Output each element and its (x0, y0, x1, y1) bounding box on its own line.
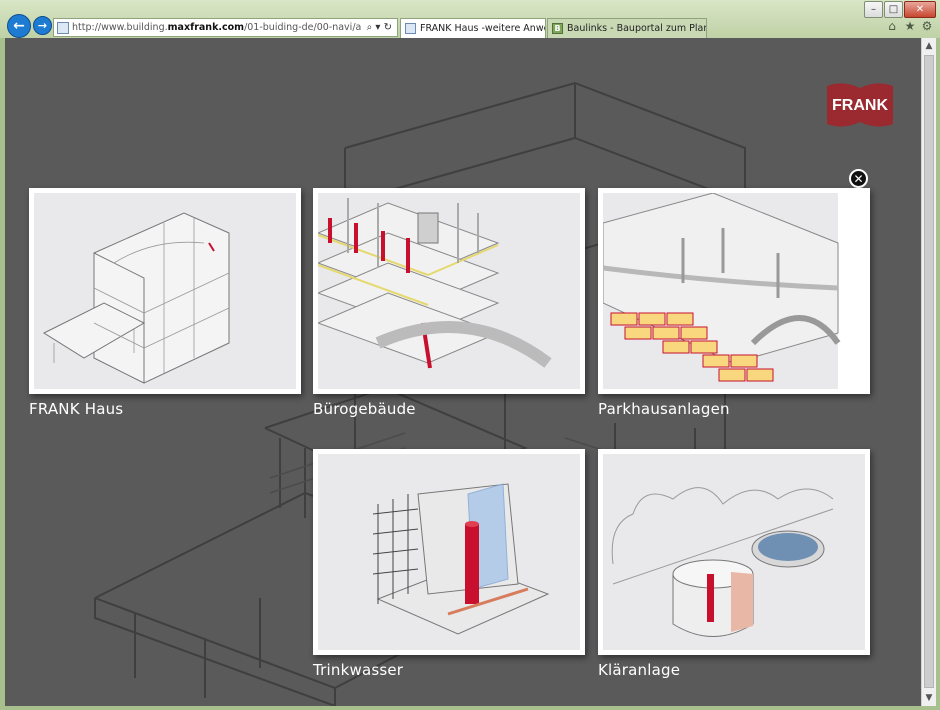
address-tools[interactable]: ⌕ ▾ ↻ (362, 22, 397, 33)
tab-title: FRANK Haus -weitere Anwen... (420, 23, 545, 34)
baulinks-favicon-icon: B (552, 23, 563, 34)
frank-logo-shape: FRANK (827, 83, 893, 127)
arrow-right-icon: → (37, 19, 48, 32)
favorites-star-icon[interactable]: ★ (903, 19, 917, 33)
window-close-button[interactable]: ✕ (904, 1, 936, 18)
back-button[interactable]: ← (7, 14, 31, 38)
gear-icon[interactable]: ⚙ (920, 19, 934, 33)
tile-frank-haus[interactable] (29, 188, 301, 394)
buerogebaeude-illustration (318, 193, 580, 389)
home-icon[interactable]: ⌂ (885, 19, 899, 33)
scroll-down-icon[interactable]: ▼ (922, 690, 936, 706)
browser-chrome: – □ ✕ ← → http://www.building.maxfrank.c… (0, 0, 940, 38)
arrow-left-icon: ← (13, 18, 25, 34)
tile-label-frank-haus[interactable]: FRANK Haus (29, 400, 123, 418)
tab-title: Baulinks - Bauportal zum Plane... (567, 23, 706, 34)
url-prefix: http://www.building. (72, 22, 168, 33)
window-minimize-button[interactable]: – (864, 1, 883, 18)
frank-haus-illustration (34, 193, 296, 389)
address-url[interactable]: http://www.building.maxfrank.com/01-buid… (72, 22, 362, 33)
tile-parkhaus[interactable] (598, 188, 870, 394)
overlay-close-button[interactable]: ✕ (849, 169, 868, 188)
scroll-thumb[interactable] (924, 55, 934, 688)
vertical-scrollbar[interactable]: ▲ ▼ (921, 38, 936, 706)
klaeranlage-illustration (603, 454, 865, 650)
tile-trinkwasser[interactable] (313, 449, 585, 655)
tile-klaeranlage[interactable] (598, 449, 870, 655)
tile-label-parkhaus[interactable]: Parkhausanlagen (598, 400, 730, 418)
tile-buerogebaeude[interactable] (313, 188, 585, 394)
url-suffix: /01-buiding-de/00-navi/anwendungen-be (244, 22, 362, 33)
window-maximize-button[interactable]: □ (884, 1, 903, 18)
tile-label-klaeranlage[interactable]: Kläranlage (598, 661, 680, 679)
parkhaus-illustration (603, 193, 865, 389)
logo-text: FRANK (832, 97, 888, 114)
tab-baulinks[interactable]: B Baulinks - Bauportal zum Plane... (547, 18, 707, 38)
address-bar[interactable]: http://www.building.maxfrank.com/01-buid… (53, 18, 398, 37)
forward-button[interactable]: → (33, 16, 52, 35)
tab-frank-haus[interactable]: FRANK Haus -weitere Anwen... × (400, 18, 546, 38)
page-favicon-icon (57, 21, 69, 34)
trinkwasser-illustration (318, 454, 580, 650)
scroll-up-icon[interactable]: ▲ (922, 38, 936, 54)
tab-favicon-icon (405, 23, 416, 34)
url-domain: maxfrank.com (167, 22, 245, 33)
tile-label-buerogebaeude[interactable]: Bürogebäude (313, 400, 416, 418)
tile-label-trinkwasser[interactable]: Trinkwasser (313, 661, 403, 679)
frank-logo[interactable]: FRANK (825, 80, 895, 130)
